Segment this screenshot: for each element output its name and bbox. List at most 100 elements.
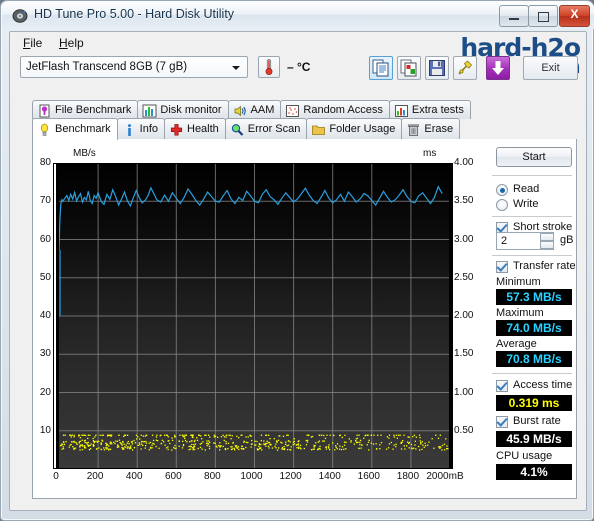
chart-x-axis-labels: 0 200 400 600 800 1000 1200 1400 1600 1800 2000mB [33, 471, 488, 487]
close-icon: X [570, 7, 579, 21]
x-tick-1600: 1600 [357, 471, 380, 482]
tab-disk-monitor[interactable]: Disk monitor [137, 100, 229, 119]
menu-file[interactable]: File [16, 35, 49, 51]
download-icon[interactable] [486, 56, 510, 80]
benchmark-chart: MB/s ms 10 20 30 40 50 60 70 80 0.50 1.00 1.50 2.0… [33, 139, 488, 499]
exit-button-label: Exit [541, 62, 560, 74]
save-icon[interactable] [425, 56, 449, 80]
tab-erase[interactable]: Erase [401, 118, 461, 140]
close-button[interactable]: X [559, 5, 590, 27]
tab-health-label: Health [187, 123, 219, 135]
health-cross-icon [170, 124, 183, 136]
folder-icon [312, 125, 326, 135]
tab-folder-usage-label: Folder Usage [329, 123, 396, 135]
chart-y2-axis-labels: 0.50 1.00 1.50 2.00 2.50 3.00 3.50 4.00 [454, 139, 486, 499]
y-tick-20: 20 [39, 386, 51, 398]
drive-select-value: JetFlash Transcend 8GB (7 gB) [26, 61, 188, 73]
tab-aam-label: AAM [250, 104, 275, 116]
y2-tick-2: 2.00 [454, 310, 474, 321]
temperature-button[interactable] [258, 56, 280, 78]
tab-disk-monitor-label: Disk monitor [160, 104, 222, 116]
app-window: HD Tune Pro 5.00 - Hard Disk Utility X F… [0, 0, 594, 521]
window-title: HD Tune Pro 5.00 - Hard Disk Utility [34, 7, 235, 21]
tab-info[interactable]: Info [116, 118, 165, 140]
tab-file-benchmark[interactable]: File Benchmark [32, 100, 139, 119]
menu-help-mnemonic: H [59, 36, 68, 50]
short-stroke-input[interactable]: 2 [496, 232, 554, 250]
extra-tests-icon [394, 105, 408, 117]
tab-file-benchmark-label: File Benchmark [55, 104, 132, 116]
menu-help-rest: elp [67, 36, 84, 50]
copy-icon[interactable] [369, 56, 393, 80]
benchmark-panel: MB/s ms 10 20 30 40 50 60 70 80 0.50 1.00 1.50 2.0… [32, 139, 577, 499]
magnifier-icon [231, 124, 244, 136]
checkbox-transfer-rate-label: Transfer rate [513, 260, 576, 272]
y-tick-70: 70 [39, 195, 51, 207]
tab-info-label: Info [139, 123, 158, 135]
tab-random-access[interactable]: Random Access [280, 100, 390, 119]
radio-write-indicator [496, 199, 508, 211]
x-tick-600: 600 [164, 471, 182, 482]
checkbox-access-time-indicator [496, 380, 508, 392]
divider-2 [492, 216, 572, 217]
radio-read-indicator [496, 184, 508, 196]
x-tick-2000: 2000mB [426, 471, 464, 482]
x-tick-1400: 1400 [318, 471, 341, 482]
checkbox-access-time-label: Access time [513, 379, 573, 391]
maximum-value: 74.0 MB/s [496, 320, 572, 336]
spinner-up-icon[interactable] [540, 233, 554, 241]
hdtune-icon [12, 9, 28, 23]
y2-tick-0.5: 0.50 [454, 424, 474, 436]
tab-error-scan[interactable]: Error Scan [224, 118, 308, 140]
exit-button[interactable]: Exit [523, 56, 578, 80]
tab-extra-tests[interactable]: Extra tests [388, 100, 471, 119]
chart-y-unit: MB/s [73, 148, 96, 159]
checkbox-burst-rate-indicator [496, 416, 508, 428]
maximize-button[interactable] [528, 5, 558, 27]
drive-select[interactable]: JetFlash Transcend 8GB (7 gB) [20, 56, 248, 78]
tab-error-scan-label: Error Scan [247, 123, 301, 135]
download-arrow-glyph [492, 61, 504, 75]
wrench-glyph [458, 60, 473, 75]
thermometer-icon [265, 59, 273, 75]
tab-aam[interactable]: AAM [227, 100, 282, 119]
spinner-down-icon[interactable] [540, 241, 554, 249]
random-access-icon [286, 105, 300, 117]
menu-help[interactable]: Help [52, 35, 91, 51]
client-area: File Help hard-h2o .com JetFlash Transce… [9, 31, 587, 511]
chevron-down-icon [227, 58, 245, 76]
minimize-button[interactable] [499, 5, 529, 27]
disk-monitor-icon [142, 104, 157, 118]
bulb-icon [40, 123, 49, 136]
y-tick-40: 40 [39, 310, 51, 321]
short-stroke-unit: gB [560, 234, 574, 246]
temperature-value: – °C [287, 60, 311, 74]
trash-icon [408, 124, 420, 136]
menu-file-rest: ile [30, 36, 43, 50]
tab-folder-usage[interactable]: Folder Usage [306, 118, 403, 140]
copy-image-icon[interactable] [397, 56, 421, 80]
checkbox-transfer-rate-indicator [496, 261, 508, 273]
cpu-usage-label: CPU usage [496, 450, 553, 462]
start-button[interactable]: Start [496, 147, 572, 167]
tab-extra-tests-label: Extra tests [411, 104, 464, 116]
maximize-icon [538, 12, 549, 22]
tab-health[interactable]: Health [164, 118, 226, 140]
cpu-usage-value: 4.1% [496, 464, 572, 480]
tab-row-primary: Benchmark Info Health Error Scan Folder … [32, 118, 461, 140]
divider-3 [492, 255, 572, 256]
options-icon[interactable] [453, 56, 477, 80]
menu-bar: File Help [10, 32, 586, 54]
tab-benchmark[interactable]: Benchmark [32, 118, 118, 140]
start-button-label: Start [522, 151, 546, 163]
tab-random-access-label: Random Access [303, 104, 383, 116]
divider-4 [492, 373, 572, 374]
speaker-icon [234, 105, 246, 117]
divider-1 [492, 175, 572, 176]
copy-image-glyph [400, 59, 417, 77]
x-tick-400: 400 [125, 471, 143, 482]
chart-y2-unit: ms [423, 148, 437, 159]
average-label: Average [496, 338, 537, 350]
short-stroke-value: 2 [501, 235, 508, 247]
x-tick-1200: 1200 [279, 471, 302, 482]
